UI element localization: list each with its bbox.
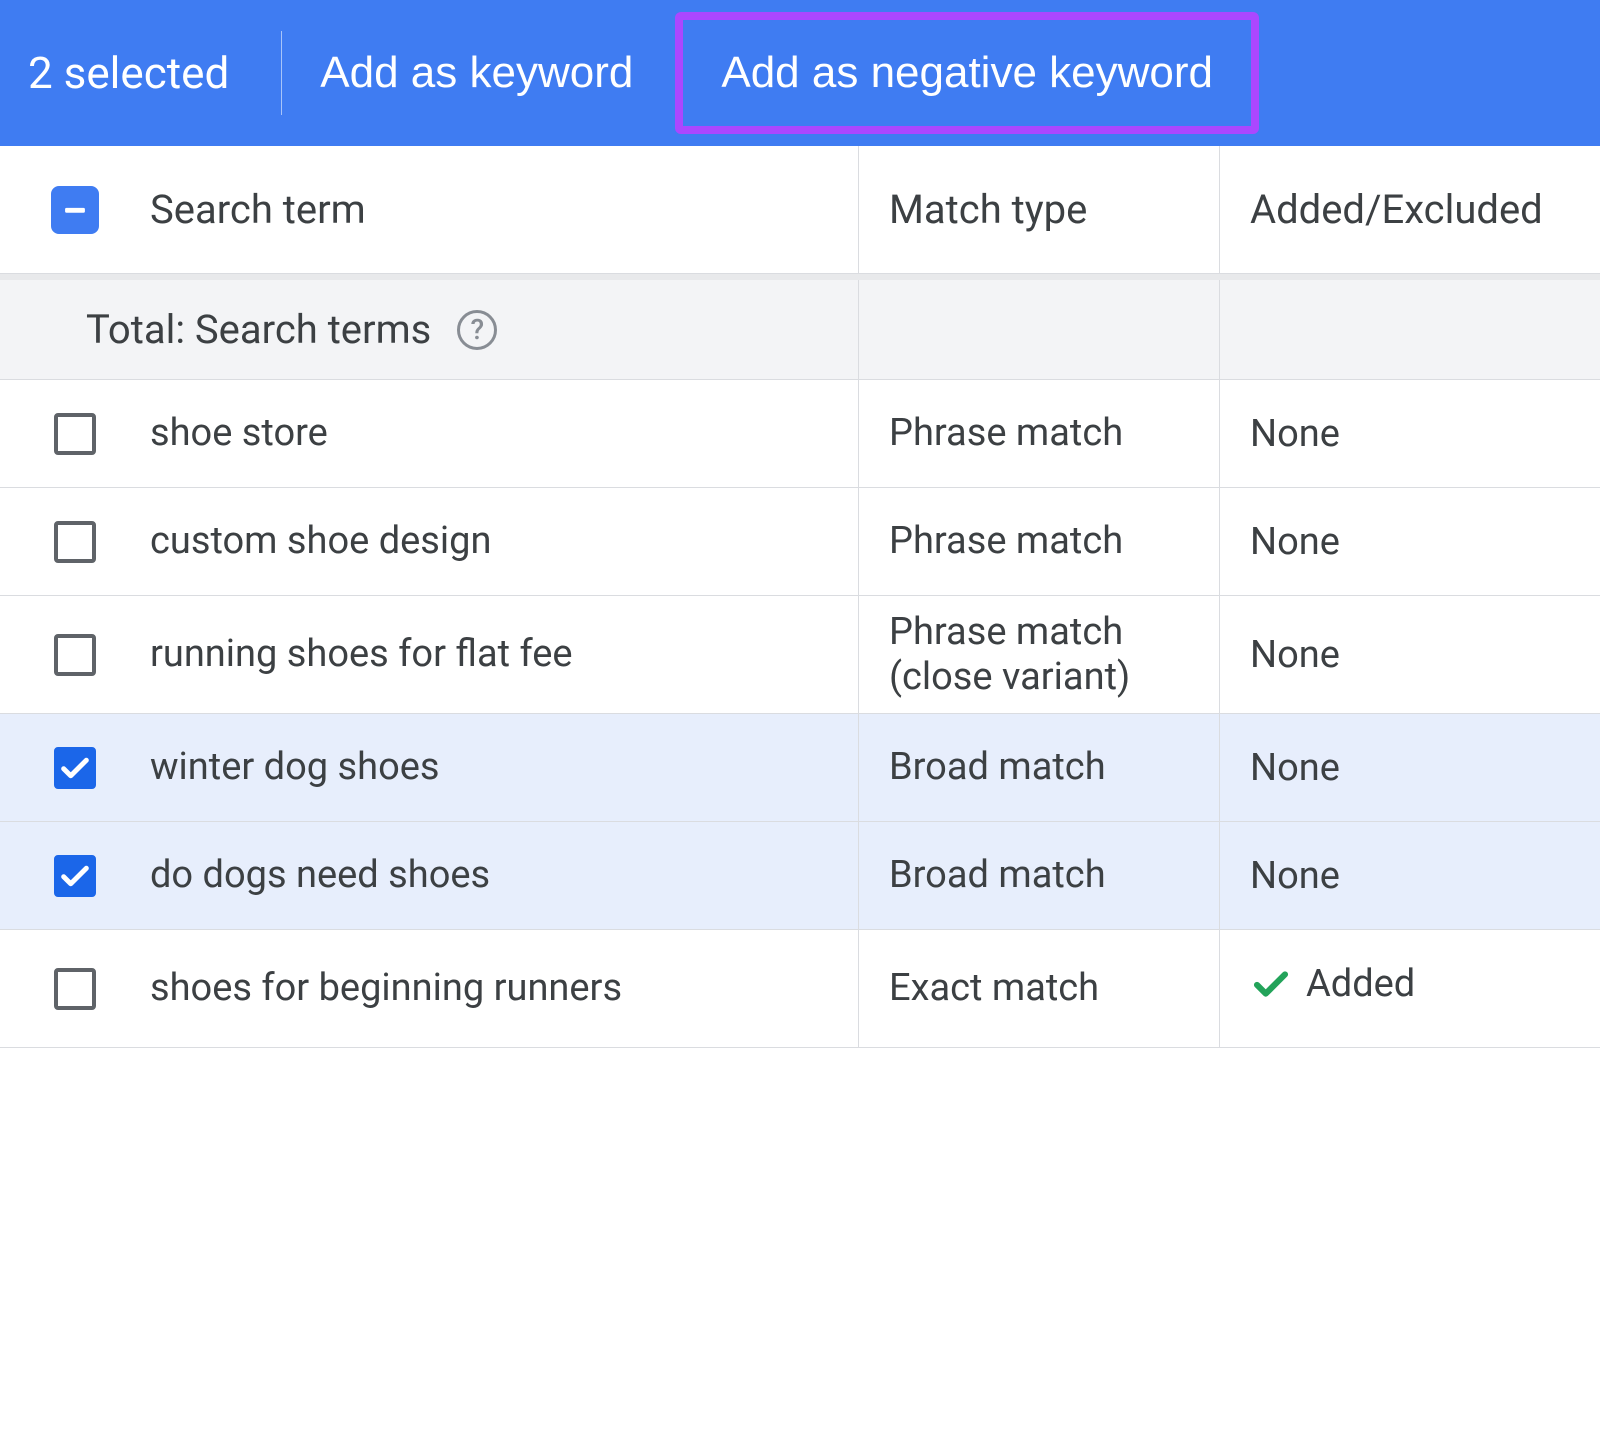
column-header-search-term[interactable]: Search term [150,186,858,233]
select-all-checkbox[interactable] [51,186,99,234]
column-header-added-excluded[interactable]: Added/Excluded [1220,186,1600,233]
match-type-cell: Broad match [859,745,1219,790]
row-checkbox-cell [0,968,150,1010]
row-checkbox-cell [0,634,150,676]
added-excluded-cell: None [1220,633,1600,677]
search-term-cell: shoes for beginning runners [150,966,858,1012]
row-checkbox[interactable] [54,634,96,676]
match-type-cell: Broad match [859,853,1219,898]
table-row: custom shoe designPhrase matchNone [0,488,1600,596]
add-as-negative-keyword-button[interactable]: Add as negative keyword [675,12,1259,134]
table-row: shoe storePhrase matchNone [0,380,1600,488]
row-checkbox[interactable] [54,521,96,563]
match-type-cell: Phrase match [859,519,1219,564]
check-icon [58,859,92,893]
added-excluded-cell: None [1220,520,1600,564]
row-checkbox-cell [0,747,150,789]
help-icon[interactable]: ? [457,310,497,350]
table-body: shoe storePhrase matchNonecustom shoe de… [0,380,1600,1048]
total-row: Total: Search terms ? [0,274,1600,380]
column-header-match-type[interactable]: Match type [859,186,1219,233]
match-type-cell: Phrase match (close variant) [859,610,1219,700]
row-checkbox-cell [0,521,150,563]
search-term-cell: running shoes for flat fee [150,632,858,678]
selected-count: 2 selected [28,47,281,99]
add-as-keyword-button[interactable]: Add as keyword [282,20,671,126]
table-row: running shoes for flat feePhrase match (… [0,596,1600,714]
row-checkbox-cell [0,855,150,897]
row-checkbox[interactable] [54,747,96,789]
row-checkbox[interactable] [54,855,96,897]
row-checkbox[interactable] [54,413,96,455]
table-header-row: Search term Match type Added/Excluded [0,146,1600,274]
added-excluded-cell: None [1220,854,1600,898]
row-checkbox[interactable] [54,968,96,1010]
table-row: shoes for beginning runnersExact match Ad… [0,930,1600,1048]
selection-action-bar: 2 selected Add as keyword Add as negativ… [0,0,1600,146]
added-excluded-cell: None [1220,746,1600,790]
check-icon [58,751,92,785]
total-row-label: Total: Search terms [86,306,431,353]
search-term-cell: custom shoe design [150,519,858,565]
indeterminate-icon [58,193,92,227]
added-check-icon [1250,963,1292,1005]
table-row: do dogs need shoesBroad matchNone [0,822,1600,930]
row-checkbox-cell [0,413,150,455]
status-added: Added [1250,962,1415,1006]
column-divider [1219,280,1220,379]
added-excluded-cell: Added [1220,962,1600,1015]
column-divider [858,280,859,379]
search-term-cell: winter dog shoes [150,745,858,791]
match-type-cell: Phrase match [859,411,1219,456]
table-row: winter dog shoesBroad matchNone [0,714,1600,822]
search-term-cell: do dogs need shoes [150,853,858,899]
match-type-cell: Exact match [859,966,1219,1011]
search-term-cell: shoe store [150,411,858,457]
added-excluded-cell: None [1220,412,1600,456]
status-text: Added [1306,962,1415,1006]
select-all-cell [0,186,150,234]
